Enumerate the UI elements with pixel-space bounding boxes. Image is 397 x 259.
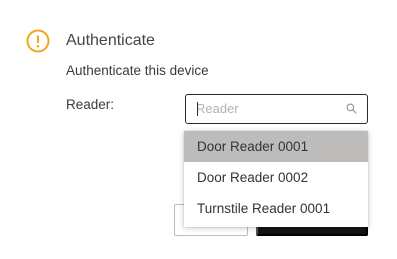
reader-search-input[interactable] [186,95,336,122]
reader-dropdown-list: Door Reader 0001 Door Reader 0002 Turnst… [184,131,368,227]
authenticate-dialog: Authenticate Authenticate this device Re… [0,0,397,259]
dropdown-option-door-reader-0002[interactable]: Door Reader 0002 [184,162,368,193]
warning-circle-icon [26,29,50,53]
reader-search-box[interactable] [185,94,368,124]
dialog-subtitle: Authenticate this device [66,63,209,78]
reader-label: Reader: [66,97,115,112]
text-cursor [197,102,198,116]
dialog-title: Authenticate [66,32,155,49]
dropdown-option-turnstile-reader-0001[interactable]: Turnstile Reader 0001 [184,193,368,224]
dropdown-option-door-reader-0001[interactable]: Door Reader 0001 [184,131,368,162]
search-icon [346,103,357,114]
